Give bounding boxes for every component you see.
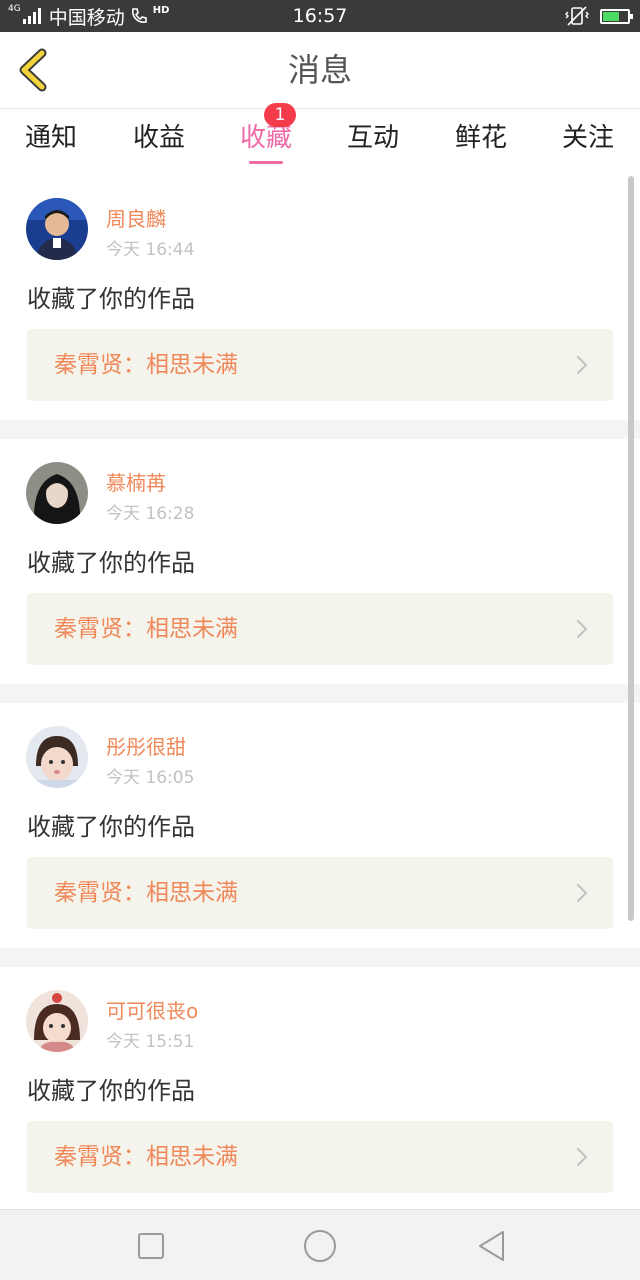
- message-text: 收藏了你的作品: [27, 1077, 195, 1105]
- battery-icon: [600, 8, 633, 24]
- tab-active-indicator: [249, 161, 283, 164]
- app-screen: 4G 中国移动 HD 16:57 消息 通知 收益 收藏 1 互动 鲜花 关注 …: [0, 0, 640, 1280]
- tab-label: 关注: [561, 123, 614, 153]
- work-link[interactable]: 秦霄贤：相思未满: [27, 857, 613, 929]
- header: 消息: [0, 32, 640, 109]
- work-title: 秦霄贤：相思未满: [54, 880, 238, 906]
- battery-level: [603, 11, 619, 21]
- tab-badge: 1: [264, 103, 296, 127]
- message-time: 今天 16:28: [106, 504, 195, 524]
- avatar[interactable]: [26, 726, 88, 788]
- tab-notice[interactable]: 通知: [1, 109, 101, 175]
- user-name[interactable]: 彤彤很甜: [106, 731, 186, 760]
- tab-label: 鲜花: [454, 123, 507, 153]
- work-link[interactable]: 秦霄贤：相思未满: [27, 593, 613, 665]
- page-title: 消息: [287, 51, 352, 89]
- triangle-back-icon: [479, 1231, 504, 1261]
- recent-apps-button[interactable]: [133, 1228, 169, 1264]
- user-name[interactable]: 慕楠苒: [106, 467, 166, 496]
- message-list[interactable]: 周良麟 今天 16:44 收藏了你的作品 秦霄贤：相思未满 慕楠苒 今天 16:…: [0, 175, 640, 1209]
- status-bar: 4G 中国移动 HD 16:57: [0, 0, 640, 32]
- avatar-image: [26, 198, 88, 260]
- message-card: 慕楠苒 今天 16:28 收藏了你的作品 秦霄贤：相思未满: [0, 439, 640, 684]
- message-time: 今天 16:44: [106, 240, 195, 260]
- tab-interaction[interactable]: 互动: [323, 109, 423, 175]
- tab-follow[interactable]: 关注: [538, 109, 638, 175]
- chevron-right-icon: [576, 355, 588, 375]
- tab-earnings[interactable]: 收益: [109, 109, 209, 175]
- vibrate-mode-icon: [565, 6, 589, 26]
- chevron-right-icon: [576, 619, 588, 639]
- message-card: 周良麟 今天 16:44 收藏了你的作品 秦霄贤：相思未满: [0, 175, 640, 420]
- tab-bar: 通知 收益 收藏 1 互动 鲜花 关注: [0, 103, 640, 175]
- avatar-image: [26, 726, 88, 788]
- tab-favorites[interactable]: 收藏 1: [216, 103, 316, 175]
- work-link[interactable]: 秦霄贤：相思未满: [27, 1121, 613, 1193]
- message-card: 可可很丧o 今天 15:51 收藏了你的作品 秦霄贤：相思未满: [0, 967, 640, 1209]
- back-nav-button[interactable]: [474, 1228, 510, 1264]
- chevron-right-icon: [576, 1147, 588, 1167]
- tab-label: 收益: [132, 123, 185, 153]
- message-card: 彤彤很甜 今天 16:05 收藏了你的作品 秦霄贤：相思未满: [0, 703, 640, 948]
- chevron-right-icon: [576, 883, 588, 903]
- system-nav-bar: [0, 1209, 640, 1280]
- work-title: 秦霄贤：相思未满: [54, 616, 238, 642]
- tab-label: 收藏: [239, 123, 292, 153]
- message-text: 收藏了你的作品: [27, 549, 195, 577]
- circle-icon: [304, 1230, 336, 1262]
- avatar[interactable]: [26, 990, 88, 1052]
- avatar[interactable]: [26, 462, 88, 524]
- avatar[interactable]: [26, 198, 88, 260]
- message-time: 今天 16:05: [106, 768, 195, 788]
- tab-flowers[interactable]: 鲜花: [431, 109, 531, 175]
- avatar-image: [26, 462, 88, 524]
- work-link[interactable]: 秦霄贤：相思未满: [27, 329, 613, 401]
- work-title: 秦霄贤：相思未满: [54, 352, 238, 378]
- work-title: 秦霄贤：相思未满: [54, 1144, 238, 1170]
- tab-label: 通知: [24, 123, 77, 153]
- square-icon: [138, 1233, 164, 1259]
- status-time: 16:57: [292, 5, 348, 27]
- home-button[interactable]: [302, 1228, 338, 1264]
- avatar-image: [26, 990, 88, 1052]
- tab-label: 互动: [346, 123, 399, 153]
- status-right: [564, 0, 633, 32]
- message-text: 收藏了你的作品: [27, 813, 195, 841]
- scrollbar[interactable]: [628, 176, 634, 921]
- user-name[interactable]: 可可很丧o: [106, 995, 198, 1024]
- message-time: 今天 15:51: [106, 1032, 195, 1052]
- user-name[interactable]: 周良麟: [106, 203, 166, 232]
- message-text: 收藏了你的作品: [27, 285, 195, 313]
